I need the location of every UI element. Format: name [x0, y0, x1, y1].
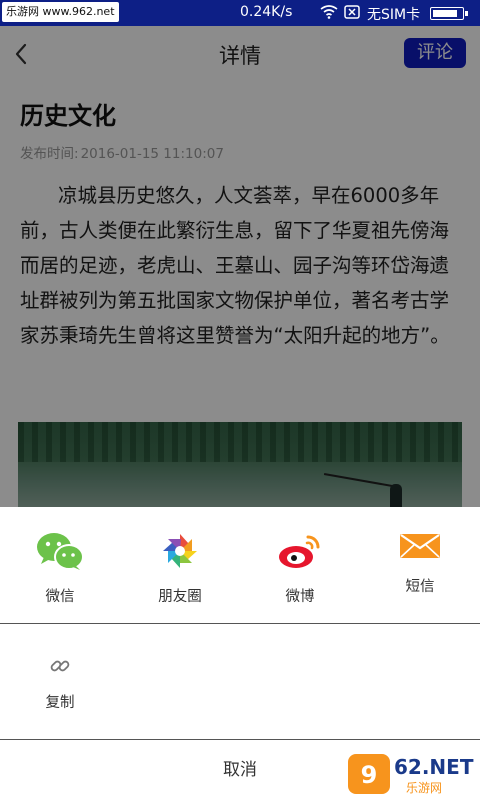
share-wechat-button[interactable]: 微信	[10, 531, 110, 606]
weibo-icon	[279, 535, 320, 568]
962-logo-watermark: 9 62.NET 乐游网	[346, 750, 478, 798]
watermark-label: 乐游网 www.962.net	[2, 2, 119, 22]
share-row: 微信 朋友圈 微博 短信	[0, 507, 480, 623]
share-sms-label: 短信	[405, 579, 435, 595]
share-weibo-button[interactable]: 微博	[250, 531, 350, 606]
battery-fill	[433, 10, 457, 17]
svg-text:62.NET: 62.NET	[394, 755, 474, 779]
share-divider-top	[0, 623, 480, 624]
sms-icon	[400, 534, 440, 558]
svg-text:乐游网: 乐游网	[406, 781, 442, 795]
wifi-icon	[320, 5, 338, 19]
network-speed: 0.24K/s	[240, 4, 293, 20]
status-bar: 乐游网 www.962.net 0.24K/s 无SIM卡	[0, 0, 480, 26]
wechat-icon	[37, 533, 84, 570]
share-weibo-label: 微博	[285, 589, 315, 605]
share-moments-label: 朋友圈	[158, 589, 202, 605]
share-wechat-label: 微信	[45, 589, 75, 605]
dim-overlay[interactable]	[0, 26, 480, 507]
copy-label: 复制	[45, 695, 75, 711]
battery-icon	[430, 7, 468, 20]
no-sim-icon	[344, 5, 360, 19]
share-moments-button[interactable]: 朋友圈	[130, 531, 230, 606]
battery-tip	[465, 11, 468, 16]
svg-text:9: 9	[361, 761, 378, 789]
carrier-label: 无SIM卡	[367, 7, 421, 23]
moments-icon	[163, 534, 197, 568]
copy-button[interactable]: 复制	[40, 655, 80, 712]
share-sms-button[interactable]: 短信	[370, 531, 470, 596]
link-icon	[50, 660, 70, 672]
